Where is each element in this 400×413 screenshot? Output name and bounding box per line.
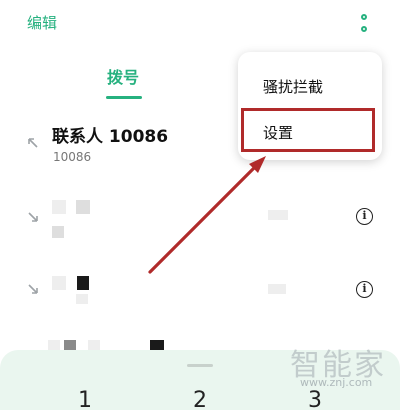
watermark-url: www.znj.com — [300, 376, 373, 389]
